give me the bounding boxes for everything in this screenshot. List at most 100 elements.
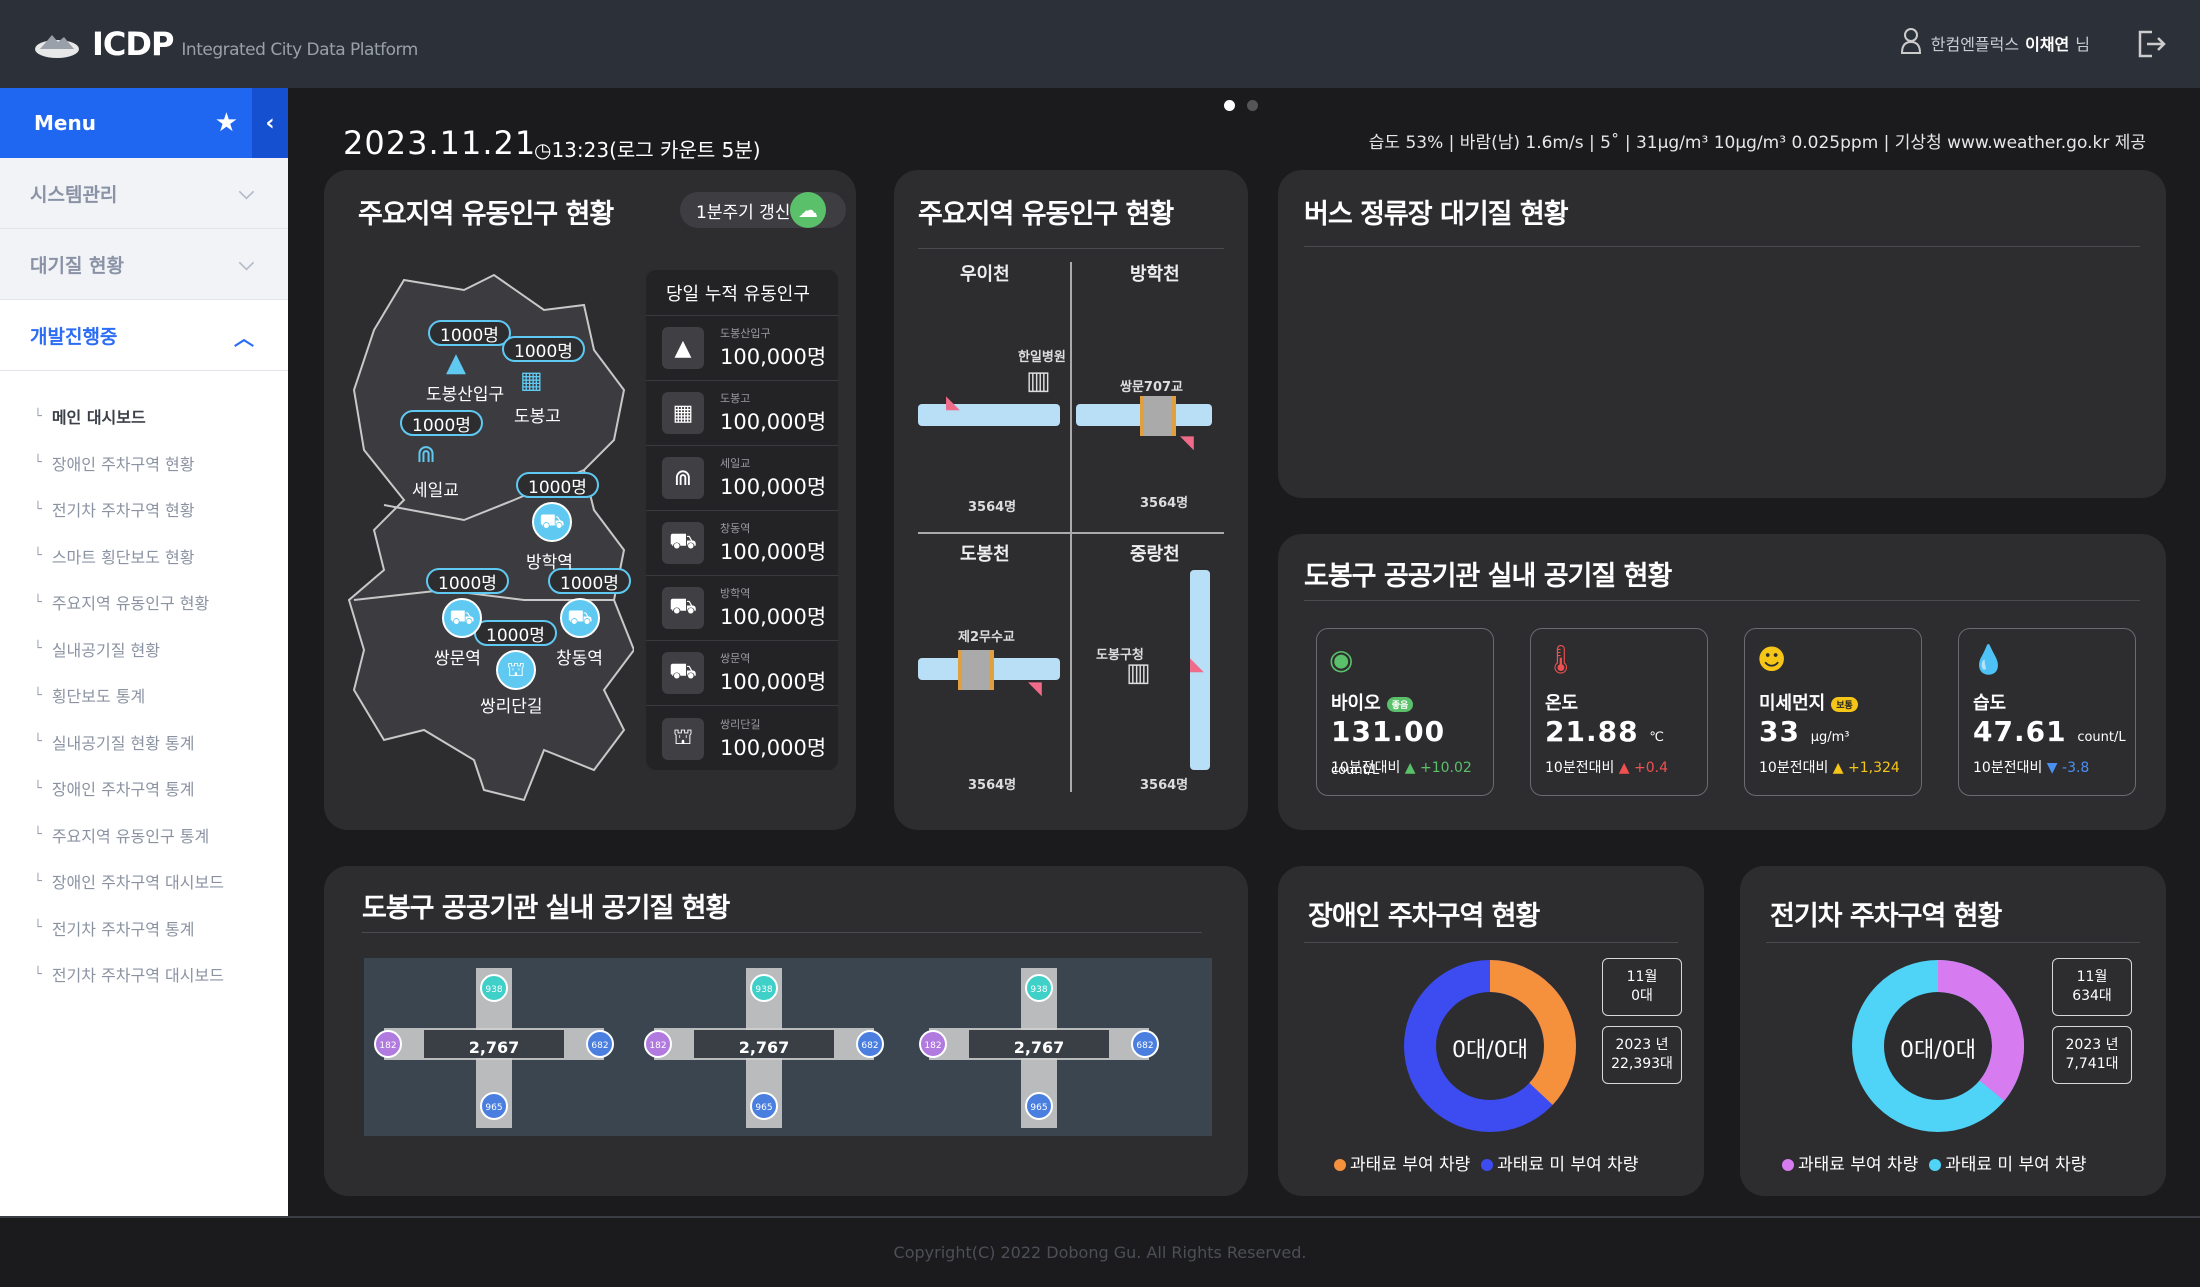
sidebar-item[interactable]: 장애인 주차구역 현황	[0, 440, 288, 487]
mountain-icon: ▲	[662, 327, 704, 369]
cumulative-list-title: 당일 누적 유동인구	[646, 270, 838, 316]
list-item[interactable]: ⛟ 창동역 100,000명	[646, 511, 838, 576]
landmark-label: 제2무수교	[958, 630, 1015, 645]
place-label: 도봉산입구	[426, 385, 505, 405]
sidebar-item-main-dashboard[interactable]: 메인 대시보드	[0, 393, 288, 440]
aq-card-humidity[interactable]: 💧 습도 47.61 count/L 10분전대비 ▼ -3.8	[1958, 628, 2136, 796]
carousel-dot-1[interactable]	[1224, 100, 1235, 111]
station-ssangmun-icon[interactable]: ⛟	[442, 598, 482, 638]
collapse-sidebar-button[interactable]: ‹	[252, 88, 288, 158]
sidebar-item[interactable]: 실내공기질 현황 통계	[0, 719, 288, 766]
count-pin: 1000명	[426, 568, 509, 594]
legend-label: 과태료 미 부여 차량	[1945, 1155, 2087, 1175]
list-item[interactable]: ⛟ 방학역 100,000명	[646, 576, 838, 641]
sidebar-item[interactable]: 횡단보도 통계	[0, 672, 288, 719]
sidebar-group-label: 개발진행중	[30, 325, 118, 348]
aq-unit: μg/m³	[1810, 730, 1850, 745]
row-value: 100,000명	[720, 410, 827, 434]
count-pin: 1000명	[502, 336, 585, 362]
aq-compare-label: 10분전대비	[1545, 760, 1615, 776]
aq-card-dust[interactable]: ☻ 미세먼지 보통 33 μg/m³ 10분전대비 ▲ +1,324	[1744, 628, 1922, 796]
menu-header: Menu ★ ‹	[0, 88, 288, 158]
chart-legend: 과태료 부여 차량 과태료 미 부여 차량	[1782, 1150, 2086, 1175]
chevron-down-icon: ⌵	[238, 180, 254, 204]
sidebar-group-air[interactable]: 대기질 현황 ⌵	[0, 229, 288, 300]
station-bangnak-icon[interactable]: ⛟	[532, 502, 572, 542]
quadrant-vline	[1070, 262, 1072, 792]
divider	[1304, 942, 1678, 943]
sidebar-item[interactable]: 스마트 횡단보도 현황	[0, 533, 288, 580]
carousel-dot-2[interactable]	[1247, 100, 1258, 111]
sidebar-item[interactable]: 전기차 주차구역 대시보드	[0, 951, 288, 998]
box-label: 11월	[1626, 969, 1658, 985]
list-item[interactable]: ⛫ 쌍리단길 100,000명	[646, 706, 838, 771]
row-value: 100,000명	[720, 735, 827, 760]
direction-count-label: 965	[1030, 1103, 1047, 1113]
card-title: 전기차 주차구역 현황	[1770, 901, 2002, 932]
stream-label: 우이천	[960, 264, 1010, 285]
current-time: ◷13:23(로그 카운트 5분)	[534, 134, 761, 163]
ssangri-shop-icon[interactable]: ⛫	[496, 650, 536, 690]
bridge-icon	[958, 650, 994, 690]
footprint-map-card: 주요지역 유동인구 현황 1분주기 갱신 ☁ 1000명 1000명 1000명…	[324, 170, 856, 830]
camera-icon: ◥	[1028, 678, 1042, 699]
sidebar-item[interactable]: 전기차 주차구역 통계	[0, 905, 288, 952]
sidebar-item[interactable]: 장애인 주차구역 통계	[0, 765, 288, 812]
aq-name: 미세먼지	[1759, 693, 1826, 714]
sidebar-group-system[interactable]: 시스템관리 ⌵	[0, 158, 288, 229]
disabled-parking-card: 장애인 주차구역 현황 0대/0대 11월 0대 2023 년 22,393대 과태…	[1278, 866, 1704, 1196]
station-changdong-icon[interactable]: ⛟	[560, 598, 600, 638]
carousel-dots	[1224, 100, 1258, 111]
sidebar-item[interactable]: 주요지역 유동인구 통계	[0, 812, 288, 859]
sidebar-group-dev[interactable]: 개발진행중 ︿	[0, 300, 288, 371]
direction-count-label: 682	[591, 1041, 608, 1051]
streams-card: 주요지역 유동인구 현황 우이천 방학천 도봉천 중랑천 ▥ ▥ ◣ ◥ ◥ ◣…	[894, 170, 1248, 830]
sidebar-submenu: 메인 대시보드 장애인 주차구역 현황 전기차 주차구역 현황 스마트 횡단보도…	[0, 371, 288, 998]
list-item[interactable]: ▲ 도봉산입구 100,000명	[646, 316, 838, 381]
crosswalk-overlay: 2,767 938 182 682 965	[644, 968, 884, 1128]
sidebar-item[interactable]: 주요지역 유동인구 현황	[0, 579, 288, 626]
direction-count-label: 182	[379, 1041, 396, 1051]
stream-label: 도봉천	[960, 544, 1010, 565]
aq-value: 47.61	[1973, 715, 2067, 748]
shop-icon: ⛫	[662, 717, 704, 760]
box-value: 7,741대	[2065, 1056, 2119, 1072]
year-count-box: 2023 년 7,741대	[2052, 1026, 2132, 1084]
aq-card-temp[interactable]: 🌡 온도 21.88 ℃ 10분전대비 ▲ +0.4	[1530, 628, 1708, 796]
list-item[interactable]: ▦ 도봉고 100,000명	[646, 381, 838, 446]
refresh-cloud-icon[interactable]: ☁	[790, 192, 826, 228]
stream-count: 3564명	[1140, 778, 1189, 793]
user-info[interactable]: 한컴엔플럭스 이채연 님	[1900, 28, 2090, 58]
favorite-star-icon[interactable]: ★	[215, 108, 238, 138]
list-item[interactable]: ⋒ 세일교 100,000명	[646, 446, 838, 511]
drops-icon: 💧	[1971, 643, 2006, 676]
direction-count-label: 938	[755, 985, 772, 995]
logo-icon	[34, 29, 80, 59]
count-pin: 1000명	[400, 410, 483, 436]
row-name: 도봉산입구	[720, 327, 771, 340]
logo[interactable]: ICDP Integrated City Data Platform	[34, 25, 418, 63]
direction-count-label: 965	[485, 1103, 502, 1113]
direction-count-label: 965	[755, 1103, 772, 1113]
direction-count-label: 938	[1030, 985, 1047, 995]
sidebar-item[interactable]: 장애인 주차구역 대시보드	[0, 858, 288, 905]
aq-card-bio[interactable]: ◉ 바이오 좋음 131.00 count/L 10분전대비 ▲ +10.02	[1316, 628, 1494, 796]
logout-icon[interactable]	[2132, 26, 2168, 62]
donut-center-label: 0대/0대	[1452, 1038, 1528, 1063]
row-value: 100,000명	[720, 475, 827, 499]
row-name: 쌍문역	[720, 652, 751, 665]
list-item[interactable]: ⛟ 쌍문역 100,000명	[646, 641, 838, 706]
aq-value: 131.00	[1331, 715, 1446, 748]
sidebar-item[interactable]: 전기차 주차구역 현황	[0, 486, 288, 533]
aq-name: 온도	[1545, 693, 1579, 714]
count-pin: 1000명	[428, 320, 511, 346]
place-label: 창동역	[556, 649, 603, 669]
direction-count-label: 182	[649, 1041, 666, 1051]
train-icon: ⛟	[662, 652, 704, 694]
cumulative-list: 당일 누적 유동인구 ▲ 도봉산입구 100,000명 ▦ 도봉고 100,000명 ⋒…	[646, 270, 838, 770]
logo-subtitle: Integrated City Data Platform	[181, 40, 418, 60]
train-icon: ⛟	[662, 587, 704, 629]
train-icon: ⛟	[662, 522, 704, 564]
sidebar-item[interactable]: 실내공기질 현황	[0, 626, 288, 673]
divider	[362, 932, 1202, 933]
